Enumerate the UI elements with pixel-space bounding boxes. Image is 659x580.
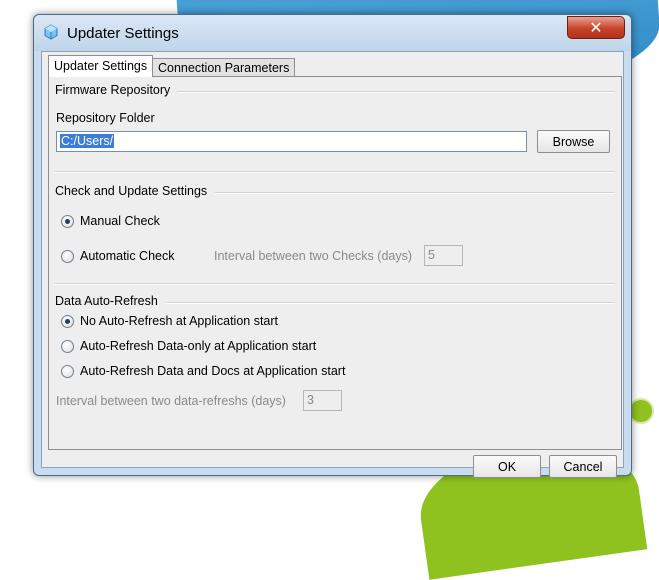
automatic-check-radio-row[interactable]: Automatic Check <box>61 249 174 263</box>
browse-button[interactable]: Browse <box>537 130 610 153</box>
refresh-option-row[interactable]: Auto-Refresh Data-only at Application st… <box>61 339 316 353</box>
group-separator <box>177 91 615 93</box>
ok-button[interactable]: OK <box>473 455 541 478</box>
dialog-client-area: Updater Settings Connection Parameters F… <box>41 51 624 478</box>
automatic-check-radio[interactable] <box>61 249 74 263</box>
group-separator <box>55 171 615 173</box>
auto-refresh-group-title: Data Auto-Refresh <box>55 294 158 308</box>
tab-panel-updater-settings: Firmware Repository Repository Folder C:… <box>48 76 622 450</box>
group-separator <box>215 192 615 194</box>
firmware-group-title: Firmware Repository <box>55 83 171 97</box>
refresh-interval-input: 3 <box>303 390 342 411</box>
manual-check-radio[interactable] <box>61 214 74 228</box>
repository-folder-input[interactable]: C:/Users/ <box>56 131 527 152</box>
group-separator <box>55 283 615 285</box>
repository-folder-value: C:/Users/ <box>60 134 115 148</box>
check-update-group-title: Check and Update Settings <box>55 184 208 198</box>
refresh-data-docs-radio[interactable] <box>61 364 74 378</box>
manual-check-radio-row[interactable]: Manual Check <box>61 214 160 228</box>
cancel-button[interactable]: Cancel <box>549 455 617 478</box>
refresh-option-row[interactable]: Auto-Refresh Data and Docs at Applicatio… <box>61 364 345 378</box>
manual-check-label: Manual Check <box>80 214 160 228</box>
close-button[interactable]: ✕ <box>567 16 625 39</box>
refresh-data-only-label: Auto-Refresh Data-only at Application st… <box>80 339 317 353</box>
check-interval-label: Interval between two Checks (days) <box>214 249 413 263</box>
tab-connection-parameters[interactable]: Connection Parameters <box>152 58 296 77</box>
refresh-option-row[interactable]: No Auto-Refresh at Application start <box>61 314 278 328</box>
refresh-interval-label: Interval between two data-refreshs (days… <box>56 394 286 408</box>
group-separator <box>167 302 615 304</box>
no-auto-refresh-label: No Auto-Refresh at Application start <box>80 314 279 328</box>
window-title: Updater Settings <box>67 25 179 42</box>
tab-updater-settings[interactable]: Updater Settings <box>48 55 154 77</box>
automatic-check-label: Automatic Check <box>80 249 175 263</box>
refresh-data-only-radio[interactable] <box>61 339 74 353</box>
refresh-data-docs-label: Auto-Refresh Data and Docs at Applicatio… <box>80 364 346 378</box>
close-icon: ✕ <box>589 18 603 37</box>
updater-settings-dialog: Updater Settings ✕ Updater Settings Conn… <box>33 14 632 478</box>
repository-folder-label: Repository Folder <box>56 111 155 125</box>
title-bar[interactable]: Updater Settings ✕ <box>34 15 631 51</box>
check-interval-input: 5 <box>424 245 463 266</box>
no-auto-refresh-radio[interactable] <box>61 314 74 328</box>
app-cube-icon <box>43 24 59 40</box>
